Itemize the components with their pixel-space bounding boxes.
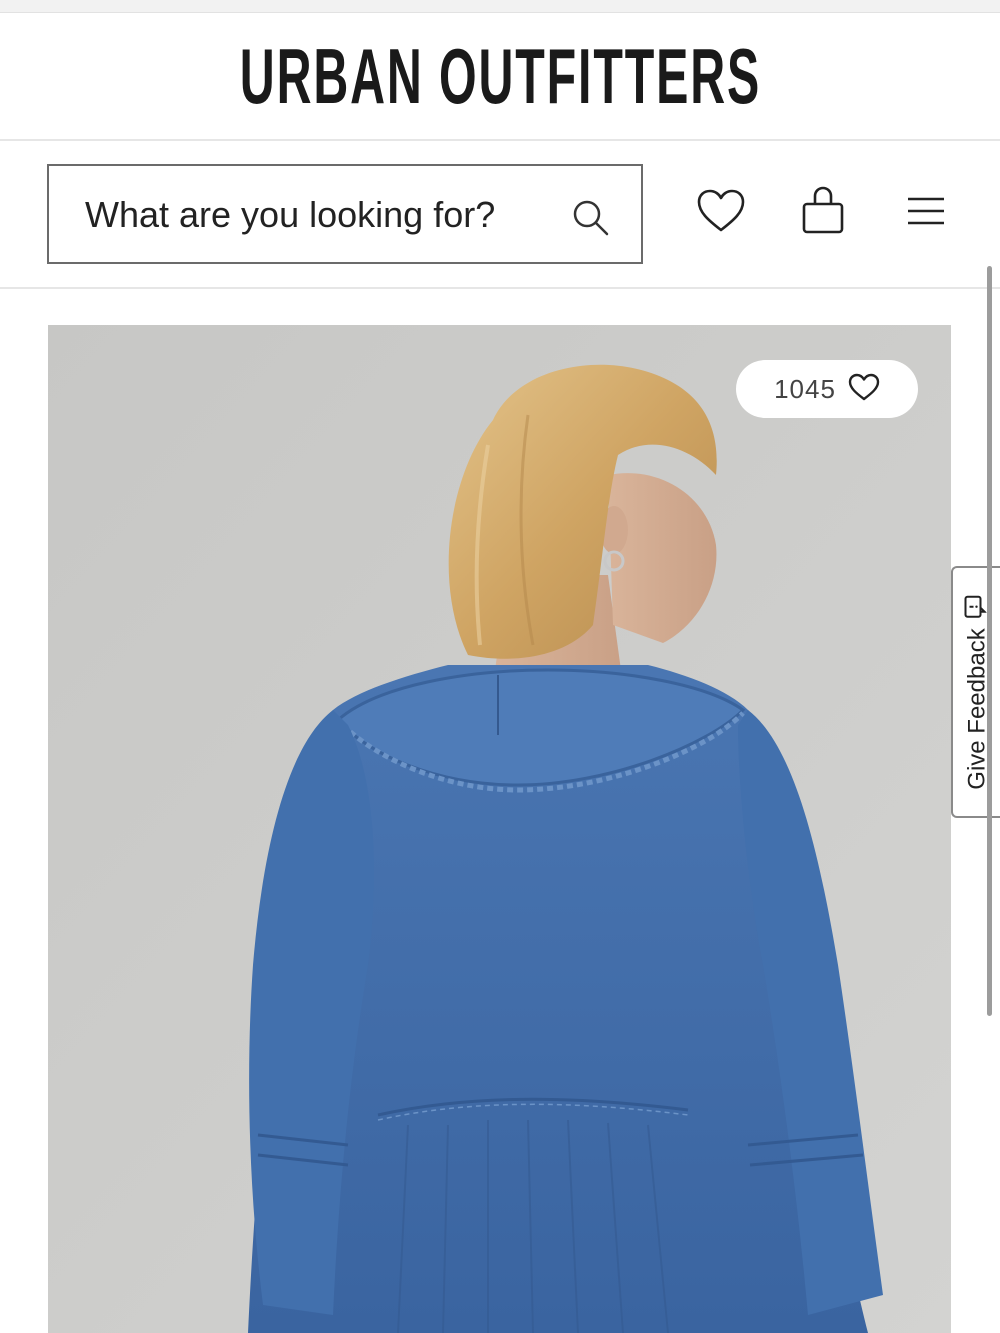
- search-toolbar: [0, 141, 1000, 289]
- product-image[interactable]: [48, 325, 951, 1333]
- heart-icon: [696, 188, 746, 239]
- like-count: 1045: [774, 373, 836, 404]
- shopping-bag-icon: [800, 186, 846, 241]
- hamburger-menu-icon: [906, 195, 946, 232]
- brand-logo[interactable]: URBAN OUTFITTERS: [239, 31, 760, 122]
- give-feedback-tab[interactable]: Give Feedback: [951, 566, 1000, 818]
- search-icon[interactable]: [571, 198, 611, 238]
- page-scrollbar[interactable]: [987, 266, 992, 1016]
- search-box[interactable]: [47, 164, 643, 264]
- like-button[interactable]: 1045: [736, 360, 918, 418]
- heart-icon: [848, 373, 880, 406]
- menu-button[interactable]: [898, 185, 954, 241]
- top-browser-strip: [0, 0, 1000, 13]
- wishlist-button[interactable]: [693, 185, 749, 241]
- brand-header: URBAN OUTFITTERS: [0, 13, 1000, 141]
- search-input[interactable]: [85, 186, 555, 244]
- shopping-bag-button[interactable]: [795, 185, 851, 241]
